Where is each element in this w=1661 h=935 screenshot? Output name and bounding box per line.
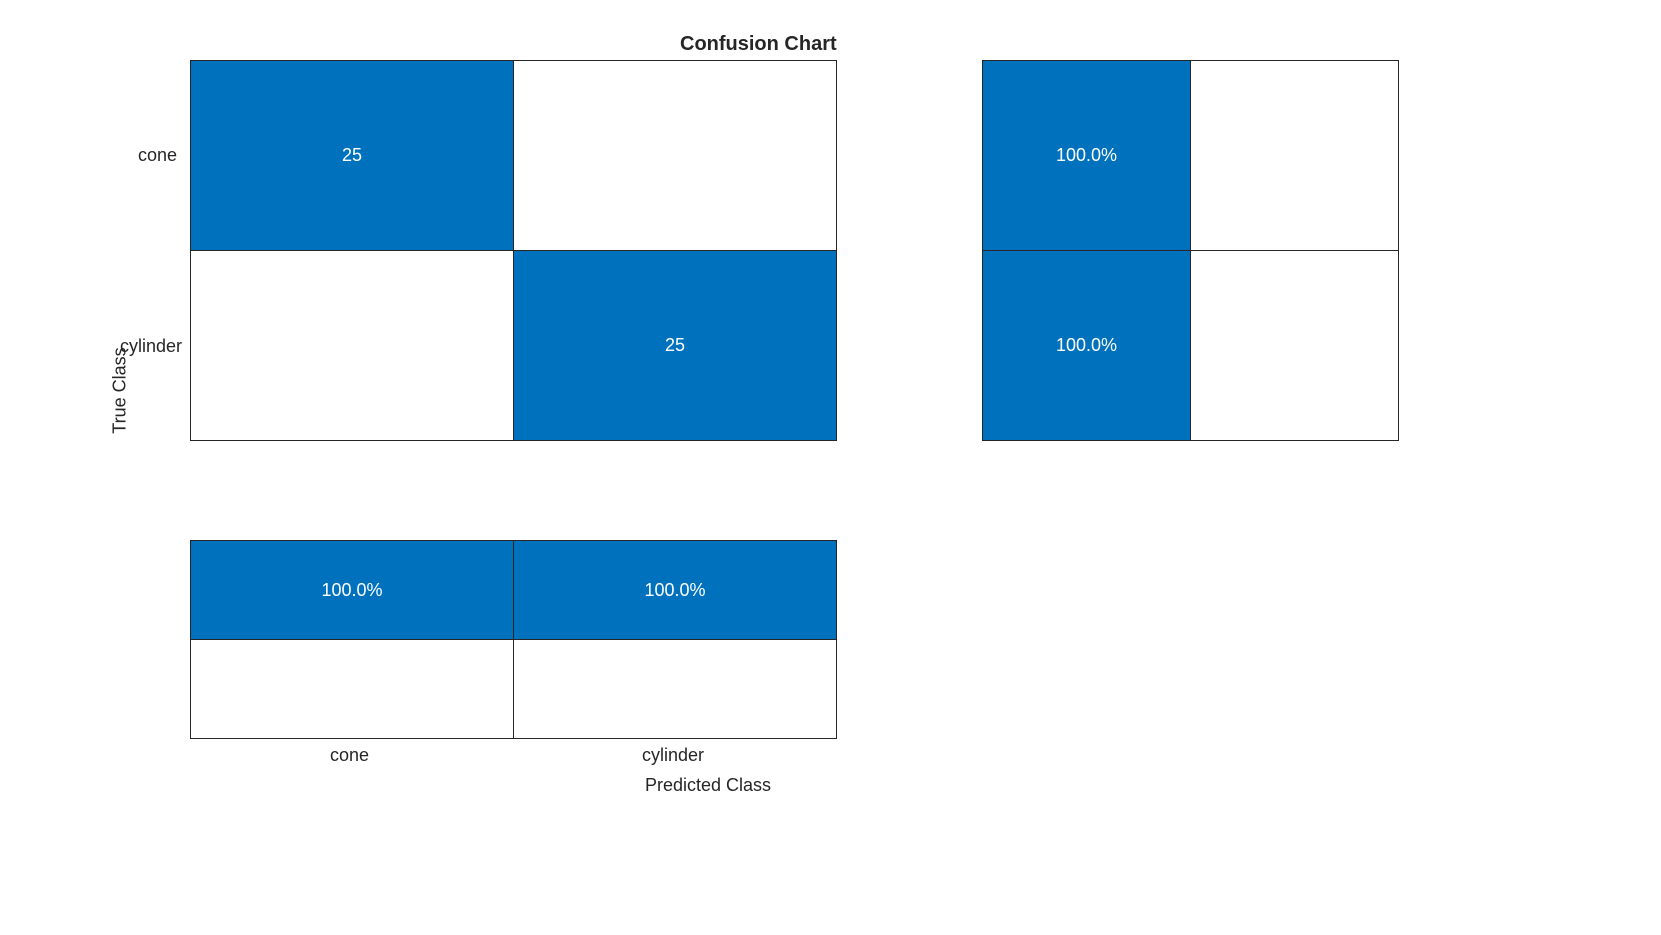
row-summary-cell [1190, 250, 1399, 441]
chart-title: Confusion Chart [680, 33, 837, 56]
matrix-cell-value: 25 [665, 335, 685, 356]
x-tick-label: cone [330, 745, 369, 766]
row-summary-value: 100.0% [1056, 145, 1117, 166]
matrix-cell [190, 250, 514, 441]
col-summary-cell [190, 639, 514, 739]
col-summary-cell [513, 639, 837, 739]
row-summary-cell [1190, 60, 1399, 251]
row-summary-cell: 100.0% [982, 250, 1191, 441]
x-axis-label: Predicted Class [645, 775, 771, 796]
col-summary-value: 100.0% [644, 580, 705, 601]
matrix-cell: 25 [513, 250, 837, 441]
y-tick-label: cone [138, 145, 177, 166]
col-summary-cell: 100.0% [513, 540, 837, 640]
matrix-cell [513, 60, 837, 251]
col-summary-cell: 100.0% [190, 540, 514, 640]
matrix-cell-value: 25 [342, 145, 362, 166]
x-tick-label: cylinder [642, 745, 704, 766]
matrix-cell: 25 [190, 60, 514, 251]
y-axis-label: True Class [110, 331, 131, 451]
row-summary-cell: 100.0% [982, 60, 1191, 251]
row-summary-value: 100.0% [1056, 335, 1117, 356]
col-summary-value: 100.0% [321, 580, 382, 601]
